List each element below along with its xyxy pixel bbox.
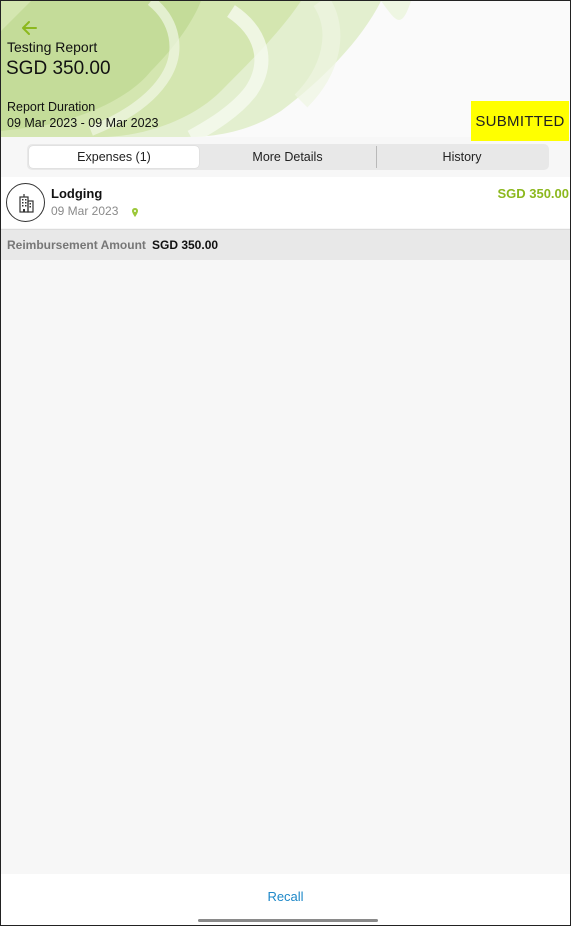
- tab-history[interactable]: History: [376, 146, 547, 168]
- expense-category: Lodging: [51, 186, 103, 201]
- reimbursement-value: SGD 350.00: [152, 238, 219, 252]
- footer-bar: Recall: [1, 874, 570, 925]
- reimbursement-summary: Reimbursement Amount SGD 350.00: [1, 229, 570, 260]
- report-duration-value: 09 Mar 2023 - 09 Mar 2023: [7, 116, 159, 130]
- location-pin-icon: [131, 205, 139, 223]
- tab-expenses[interactable]: Expenses (1): [29, 146, 199, 168]
- reimbursement-label: Reimbursement Amount: [7, 238, 146, 252]
- report-duration-label: Report Duration: [7, 100, 96, 114]
- status-badge: SUBMITTED: [471, 101, 569, 141]
- recall-button[interactable]: Recall: [1, 874, 570, 918]
- back-arrow-icon[interactable]: [19, 17, 41, 39]
- report-title: Testing Report: [7, 39, 98, 55]
- tab-bar: Expenses (1) More Details History: [27, 144, 549, 170]
- home-indicator[interactable]: [198, 919, 378, 922]
- app-frame: Testing Report SGD 350.00 Report Duratio…: [0, 0, 571, 926]
- report-total-amount: SGD 350.00: [6, 58, 111, 79]
- expense-list-item[interactable]: Lodging 09 Mar 2023 SGD 350.00: [1, 177, 570, 228]
- building-icon: [6, 183, 45, 222]
- expense-date: 09 Mar 2023: [51, 204, 119, 218]
- expense-amount: SGD 350.00: [497, 186, 569, 201]
- tab-more-details[interactable]: More Details: [199, 146, 376, 168]
